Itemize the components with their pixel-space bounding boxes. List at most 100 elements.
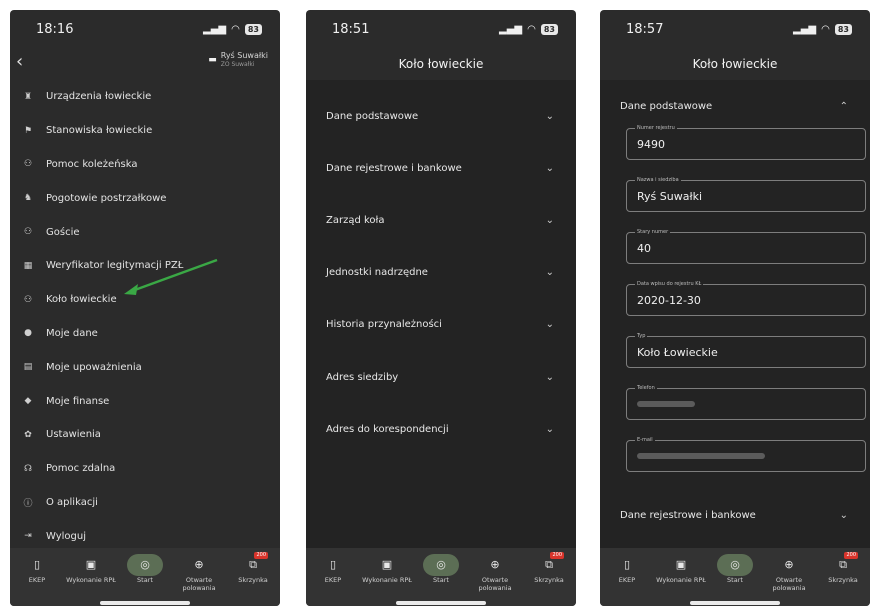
chevron-down-icon: ⌄ [545,214,554,226]
tab-wykonanie-rpl[interactable]: ▣ Wykonanie RPŁ [65,554,117,606]
tab-ekep[interactable]: ▯ EKEP [307,554,359,606]
menu-item-pogotowie[interactable]: ♞ Pogotowie postrzałkowe [10,181,280,215]
home-indicator [690,601,780,605]
tab-wykonanie-rpl[interactable]: ▣ Wykonanie RPŁ [361,554,413,606]
tab-wykonanie-rpl[interactable]: ▣ Wykonanie RPŁ [655,554,707,606]
chevron-down-icon: ⌄ [839,509,848,521]
chevron-down-icon: ⌄ [545,267,554,279]
status-time: 18:16 [36,21,74,37]
chevron-down-icon: ⌄ [545,371,554,383]
inbox-icon: ⧉ 200 [545,552,564,571]
signal-icon: ▂▄▆ [793,23,817,35]
accordion-jednostki[interactable]: Jednostki nadrzędne ⌄ [326,247,554,299]
field-email[interactable]: E-mail [626,436,866,472]
content-area: Dane podstawowe ⌃ Numer rejestru 9490 Nazw… [600,80,870,548]
chevron-down-icon: ⌄ [545,110,554,122]
crosshair-icon: ⊕ [490,558,500,571]
wifi-icon: ◠ [231,23,240,35]
tab-skrzynka[interactable]: ⧉ 200 Skrzynka [523,552,575,606]
qr-icon: ▦ [23,260,33,271]
back-chevron-icon[interactable]: ‹ [16,53,23,71]
tab-bar: ▯ EKEP ▣ Wykonanie RPŁ ◎ Start ⊕ Otwarte pol… [306,548,576,606]
wifi-icon: ◠ [527,23,536,35]
menu-header: ‹ ▬ Ryś Suwałki ZO Suwałki [10,48,280,80]
inbox-badge: 200 [844,552,858,559]
crosshair-icon: ⊕ [194,558,204,571]
menu-item-o-aplikacji[interactable]: ⓘ O aplikacji [10,486,280,520]
chevron-down-icon: ⌄ [545,423,554,435]
field-nazwa-siedziba[interactable]: Nazwa i siedziba Ryś Suwałki [626,176,866,212]
tab-start[interactable]: ◎ Start [119,554,171,606]
tab-start[interactable]: ◎ Start [415,554,467,606]
status-time: 18:57 [626,21,664,37]
signal-icon: ▂▄▆ [499,23,523,35]
chevron-up-icon: ⌃ [839,100,848,112]
calendar-icon: ▣ [85,558,97,571]
support-icon: ☊ [24,463,32,474]
accordion-dane-podstawowe[interactable]: Dane podstawowe ⌄ [326,90,554,142]
inbox-icon: ⧉ 200 [249,552,268,571]
tab-ekep[interactable]: ▯ EKEP [11,554,63,606]
field-data-wpisu[interactable]: Data wpisu do rejestru KŁ 2020-12-30 [626,280,866,316]
status-time: 18:51 [332,21,370,37]
club-indicator: ▬ Ryś Suwałki ZO Suwałki [208,51,268,69]
home-indicator [396,601,486,605]
menu-item-goscie[interactable]: ⚇ Goście [10,215,280,249]
accordion-historia[interactable]: Historia przynależności ⌄ [326,299,554,351]
accordion-dane-podstawowe[interactable]: Dane podstawowe ⌃ [620,88,848,124]
tab-start[interactable]: ◎ Start [709,554,761,606]
menu-item-ustawienia[interactable]: ✿ Ustawienia [10,418,280,452]
menu-item-urzadzenia[interactable]: ♜ Urządzenia łowieckie [10,80,280,114]
crosshair-icon: ⊕ [784,558,794,571]
field-numer-rejestru[interactable]: Numer rejestru 9490 [626,124,866,160]
calendar-icon: ▣ [381,558,393,571]
accordion-dane-rejestrowe[interactable]: Dane rejestrowe i bankowe ⌄ [326,142,554,194]
tab-otwarte-polowania[interactable]: ⊕ Otwarte polowania [763,554,815,606]
menu-item-pomoc-zdalna[interactable]: ☊ Pomoc zdalna [10,452,280,486]
menu-item-pomoc-kolezenska[interactable]: ⚇ Pomoc koleżeńska [10,148,280,182]
accordion-adres-korespondencji[interactable]: Adres do korespondencji ⌄ [326,403,554,455]
accordion-adres-siedziby[interactable]: Adres siedziby ⌄ [326,351,554,403]
flag-icon: ⚑ [23,125,33,136]
phone-screen-menu: 18:16 ▂▄▆ ◠ 83 ‹ ▬ Ryś Suwałki ZO Suwałk… [10,10,280,606]
start-shield-icon: ◎ [717,554,753,576]
menu-item-moje-dane[interactable]: ● Moje dane [10,317,280,351]
tab-otwarte-polowania[interactable]: ⊕ Otwarte polowania [469,554,521,606]
page-title: Koło łowieckie [398,57,484,71]
menu-item-stanowiska[interactable]: ⚑ Stanowiska łowieckie [10,114,280,148]
group-icon: ⚇ [23,294,33,305]
menu-item-upowaznienia[interactable]: ▤ Moje upoważnienia [10,350,280,384]
side-menu: ♜ Urządzenia łowieckie ⚑ Stanowiska łowiec… [10,80,280,553]
accordion-dane-rejestrowe[interactable]: Dane rejestrowe i bankowe ⌄ [620,500,848,530]
document-icon: ▤ [23,362,33,373]
group-icon: ⚇ [23,159,33,170]
tab-skrzynka[interactable]: ⧉ 200 Skrzynka [227,552,279,606]
battery-icon: 83 [834,23,852,35]
person-icon: ● [24,328,32,339]
field-stary-numer[interactable]: Stary numer 40 [626,228,866,264]
gear-icon: ✿ [24,429,32,440]
field-typ[interactable]: Typ Koło Łowieckie [626,332,866,368]
inbox-badge: 200 [550,552,564,559]
tab-otwarte-polowania[interactable]: ⊕ Otwarte polowania [173,554,225,606]
start-shield-icon: ◎ [423,554,459,576]
group-icon: ⚇ [23,227,33,238]
status-bar: 18:51 ▂▄▆ ◠ 83 [306,10,576,48]
menu-item-finanse[interactable]: ◆ Moje finanse [10,384,280,418]
calendar-icon: ▣ [675,558,687,571]
blurred-email [637,453,765,459]
phone-screen-club: 18:51 ▂▄▆ ◠ 83 Koło łowieckie Dane podst… [306,10,576,606]
status-bar: 18:16 ▂▄▆ ◠ 83 [10,10,280,48]
tab-bar: ▯ EKEP ▣ Wykonanie RPŁ ◎ Start ⊕ Otwarte pol… [600,548,870,606]
field-telefon[interactable]: Telefon [626,384,866,420]
accordion-zarzad-kola[interactable]: Zarząd koła ⌄ [326,194,554,246]
accordion-list: Dane podstawowe ⌄ Dane rejestrowe i banko… [306,80,576,455]
club-flag-icon: ▬ [208,55,217,65]
battery-icon: 83 [540,23,558,35]
tab-skrzynka[interactable]: ⧉ 200 Skrzynka [817,552,869,606]
screen-header: Koło łowieckie [600,48,870,80]
ekep-icon: ▯ [33,558,41,571]
status-bar: 18:57 ▂▄▆ ◠ 83 [600,10,870,48]
tab-ekep[interactable]: ▯ EKEP [601,554,653,606]
club-district: ZO Suwałki [220,61,255,68]
